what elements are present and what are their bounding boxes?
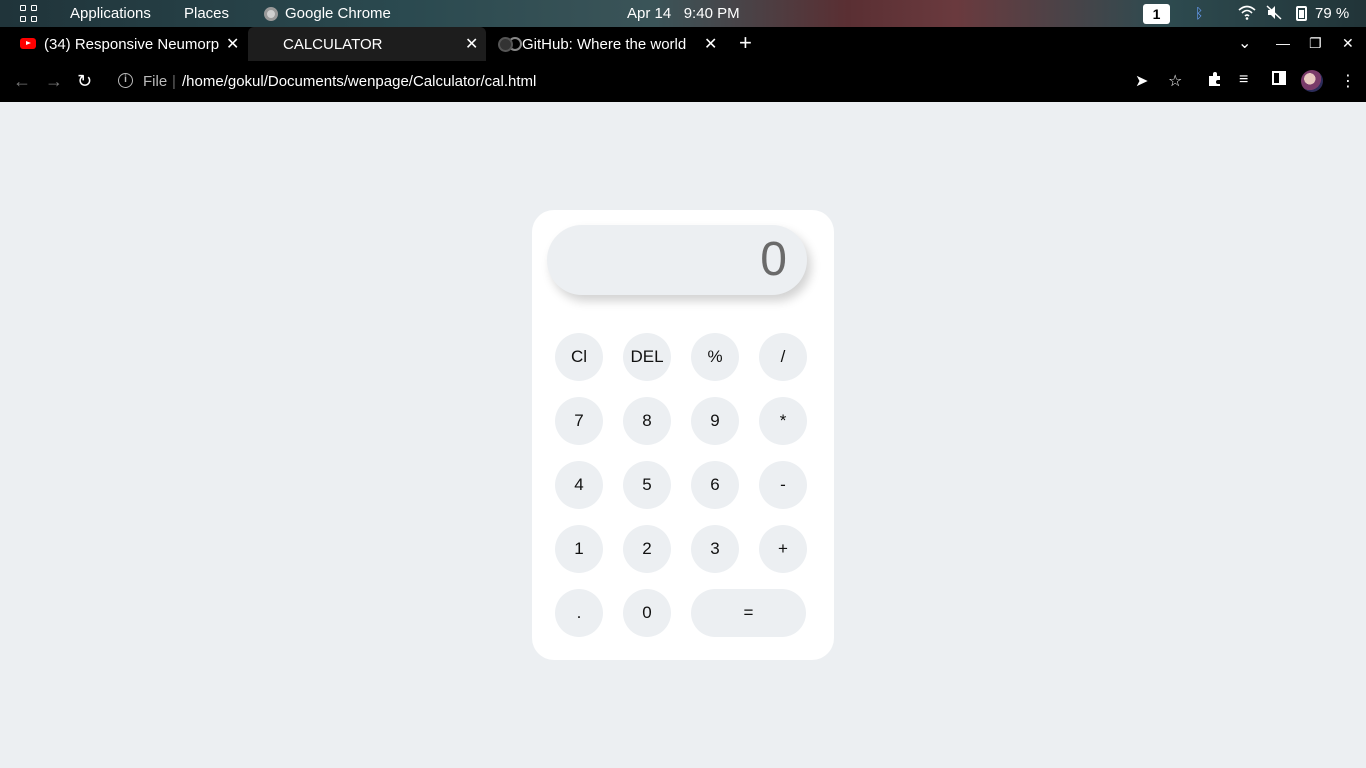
- extensions-puzzle-icon[interactable]: [1207, 71, 1223, 92]
- github-icon: [498, 37, 513, 52]
- forward-arrow-icon[interactable]: →: [45, 71, 63, 92]
- calculator-card: 0 Cl DEL % / 7 8 9 * 4 5 6 - 1 2 3 + . 0…: [532, 210, 834, 660]
- reload-icon[interactable]: ↻: [77, 71, 92, 92]
- key-multiply[interactable]: *: [759, 397, 807, 445]
- key-clear[interactable]: Cl: [555, 333, 603, 381]
- tab-strip: (34) Responsive Neumorp ✕ CALCULATOR ✕ G…: [0, 27, 1366, 61]
- key-5[interactable]: 5: [623, 461, 671, 509]
- bluetooth-icon[interactable]: ᛒ: [1195, 5, 1203, 21]
- key-3[interactable]: 3: [691, 525, 739, 573]
- key-1[interactable]: 1: [555, 525, 603, 573]
- key-equals[interactable]: =: [691, 589, 806, 637]
- tab-title: CALCULATOR: [283, 36, 383, 53]
- tab-search-chevron-down-icon[interactable]: ⌄: [1238, 33, 1251, 53]
- youtube-icon: [20, 38, 36, 49]
- key-7[interactable]: 7: [555, 397, 603, 445]
- battery-icon[interactable]: [1296, 6, 1307, 21]
- calculator-display: 0: [547, 225, 807, 295]
- places-menu[interactable]: Places: [184, 5, 229, 22]
- minimize-button[interactable]: —: [1276, 35, 1290, 51]
- tab-youtube[interactable]: (34) Responsive Neumorp ✕: [0, 27, 248, 61]
- tab-title: (34) Responsive Neumorp: [44, 36, 220, 53]
- key-0[interactable]: 0: [623, 589, 671, 637]
- close-window-button[interactable]: ✕: [1342, 35, 1354, 52]
- new-tab-button[interactable]: +: [739, 30, 752, 56]
- key-subtract[interactable]: -: [759, 461, 807, 509]
- tab-github[interactable]: GitHub: Where the world ✕: [486, 27, 726, 61]
- media-queue-icon[interactable]: ≡: [1239, 71, 1248, 89]
- system-top-bar: Applications Places Google Chrome Apr 14…: [0, 0, 1366, 27]
- tab-close-icon[interactable]: ✕: [226, 34, 239, 54]
- tab-close-icon[interactable]: ✕: [704, 34, 717, 54]
- key-6[interactable]: 6: [691, 461, 739, 509]
- back-arrow-icon[interactable]: ←: [13, 71, 31, 92]
- battery-percent: 79 %: [1315, 5, 1350, 22]
- wifi-icon[interactable]: [1238, 5, 1256, 23]
- send-icon[interactable]: ➤: [1135, 71, 1148, 91]
- key-decimal[interactable]: .: [555, 589, 603, 637]
- key-delete[interactable]: DEL: [623, 333, 671, 381]
- bookmark-star-icon[interactable]: ☆: [1168, 71, 1182, 91]
- applications-menu[interactable]: Applications: [70, 5, 151, 22]
- clock[interactable]: Apr 14 9:40 PM: [627, 5, 740, 22]
- active-app-name[interactable]: Google Chrome: [285, 5, 391, 22]
- key-add[interactable]: +: [759, 525, 807, 573]
- key-8[interactable]: 8: [623, 397, 671, 445]
- menu-kebab-icon[interactable]: ⋮: [1340, 71, 1356, 91]
- url-divider: |: [172, 73, 176, 90]
- url-scheme[interactable]: File: [143, 73, 167, 90]
- key-9[interactable]: 9: [691, 397, 739, 445]
- address-bar-url[interactable]: /home/gokul/Documents/wenpage/Calculator…: [182, 73, 536, 90]
- restore-button[interactable]: ❐: [1309, 35, 1322, 52]
- profile-avatar[interactable]: [1301, 70, 1323, 92]
- browser-toolbar: ← → ↻ i File | /home/gokul/Documents/wen…: [0, 61, 1366, 102]
- side-panel-icon[interactable]: [1272, 71, 1286, 90]
- date-label: Apr 14: [627, 5, 672, 22]
- chrome-app-icon: [264, 7, 278, 21]
- key-divide[interactable]: /: [759, 333, 807, 381]
- key-4[interactable]: 4: [555, 461, 603, 509]
- app-grid-icon[interactable]: [20, 5, 38, 23]
- tab-title: GitHub: Where the world: [522, 36, 687, 53]
- tab-calculator[interactable]: CALCULATOR ✕: [248, 27, 522, 61]
- volume-muted-icon[interactable]: [1266, 5, 1282, 23]
- tab-close-icon[interactable]: ✕: [465, 34, 478, 54]
- workspace-indicator[interactable]: 1: [1143, 4, 1170, 24]
- time-label: 9:40 PM: [683, 5, 740, 22]
- key-2[interactable]: 2: [623, 525, 671, 573]
- site-info-icon[interactable]: i: [118, 73, 133, 88]
- key-percent[interactable]: %: [691, 333, 739, 381]
